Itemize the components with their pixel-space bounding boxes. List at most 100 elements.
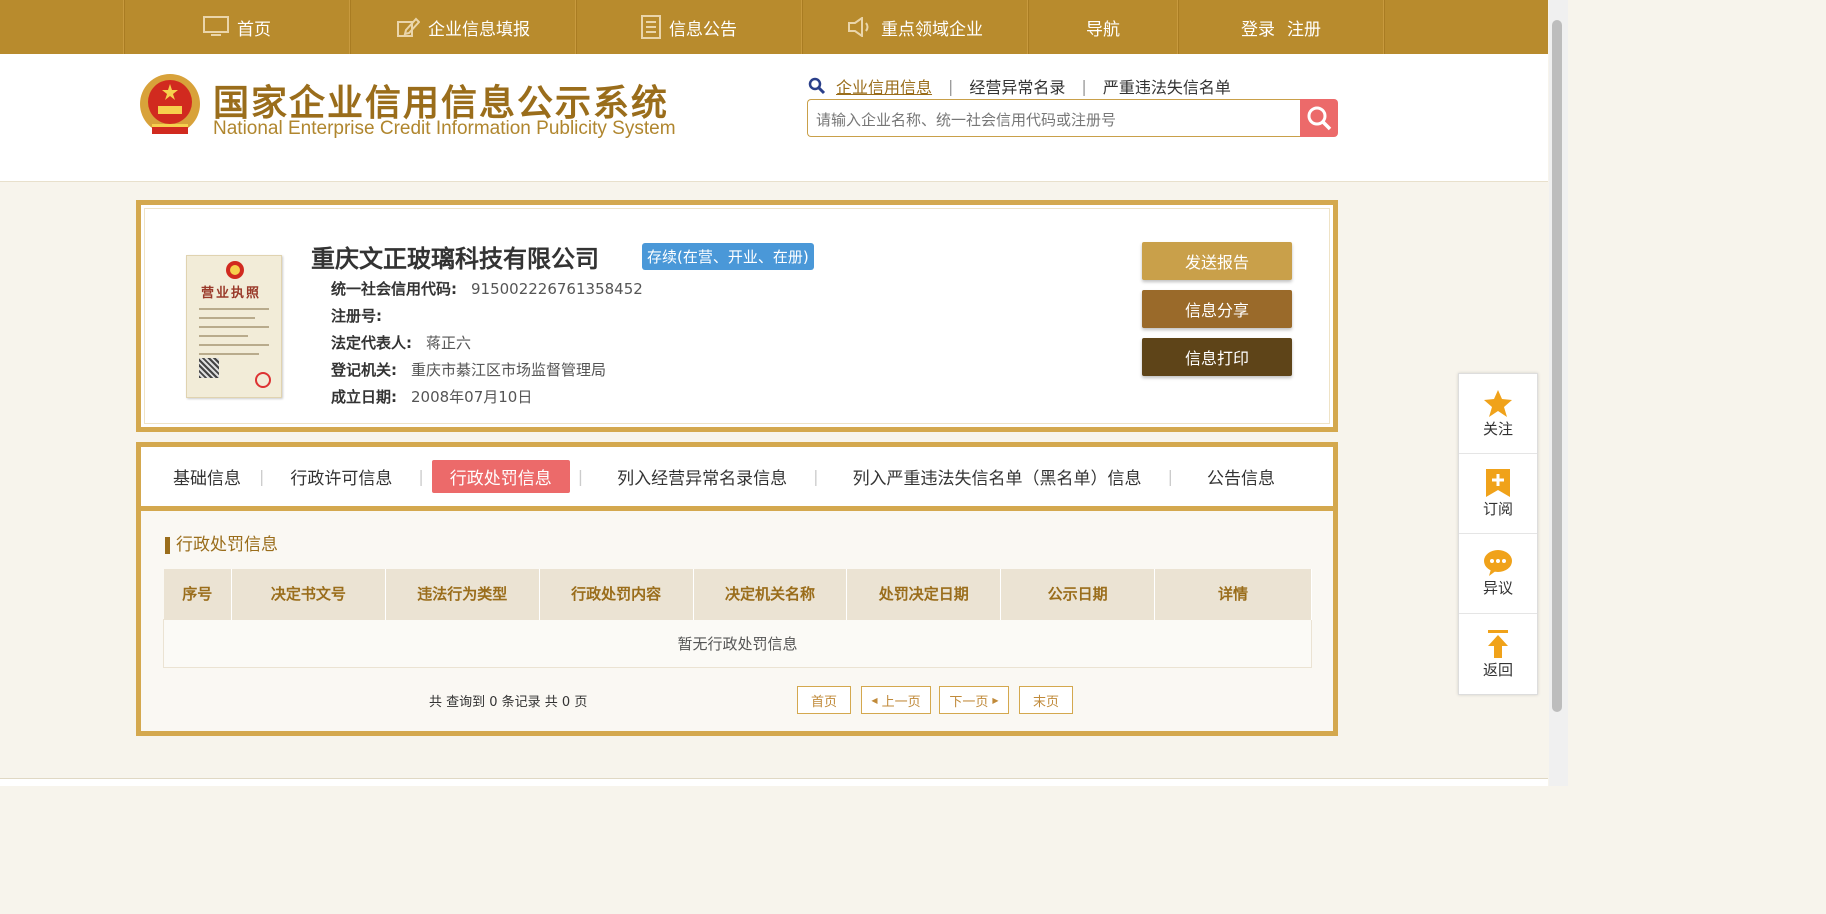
- float-label: 返回: [1482, 660, 1513, 679]
- prev-page-button[interactable]: ◀ 上一页: [861, 686, 931, 714]
- column-header: 决定机关名称: [693, 569, 848, 619]
- tab-admin-penalty[interactable]: 行政处罚信息: [431, 460, 570, 493]
- send-report-button[interactable]: 发送报告: [1142, 242, 1292, 280]
- tab-abnormal-list[interactable]: 列入经营异常名录信息: [599, 460, 805, 493]
- nav-item-navigation[interactable]: 导航: [1028, 0, 1178, 54]
- license-text-lines: [199, 308, 269, 362]
- chat-bubble-icon: [1484, 550, 1512, 576]
- follow-button[interactable]: 关注: [1459, 374, 1537, 454]
- divider: |: [259, 467, 265, 486]
- table-header-row: 序号 决定书文号 违法行为类型 行政处罚内容 决定机关名称 处罚决定日期 公示日…: [163, 569, 1312, 619]
- detail-panel: 基础信息 | 行政许可信息 | 行政处罚信息 | 列入经营异常名录信息 | 列入…: [136, 442, 1338, 736]
- tab-basic-info[interactable]: 基础信息: [155, 460, 259, 493]
- field-reg-no: 注册号:: [331, 305, 396, 326]
- scrollbar-thumb[interactable]: [1552, 20, 1562, 712]
- license-title: 营业执照: [201, 286, 262, 301]
- nav-item-key-enterprises[interactable]: 重点领域企业: [802, 0, 1028, 54]
- divider: |: [577, 467, 584, 486]
- search-type-tabs: 企业信用信息 | 经营异常名录 | 严重违法失信名单: [808, 74, 1231, 98]
- divider: |: [1167, 467, 1173, 486]
- search-icon: [808, 77, 826, 95]
- nav-spacer-left: [0, 0, 124, 54]
- nav-item-home[interactable]: 首页: [124, 0, 350, 54]
- back-to-top-button[interactable]: 返回: [1459, 614, 1537, 694]
- field-authority: 登记机关: 重庆市綦江区市场监督管理局: [331, 359, 606, 380]
- field-value: 蒋正六: [426, 334, 472, 352]
- last-page-button[interactable]: 末页: [1019, 686, 1073, 714]
- float-label: 异议: [1482, 579, 1513, 597]
- chevron-left-icon: ◀: [871, 695, 878, 705]
- license-qr-code: [199, 358, 219, 378]
- penalty-section: 行政处罚信息 序号 决定书文号 违法行为类型 行政处罚内容 决定机关名称 处罚决…: [141, 511, 1333, 731]
- status-badge: 存续(在营、开业、在册): [642, 243, 814, 270]
- print-info-button[interactable]: 信息打印: [1142, 338, 1292, 376]
- national-emblem-icon: [140, 74, 200, 134]
- nav-item-enterprise-report[interactable]: 企业信息填报: [350, 0, 576, 54]
- edit-icon: [397, 17, 420, 37]
- field-value: 915002226761358452: [471, 280, 643, 298]
- nav-item-label: 导航: [1086, 19, 1120, 40]
- nav-item-label: 重点领域企业: [881, 19, 983, 40]
- detail-tabs: 基础信息 | 行政许可信息 | 行政处罚信息 | 列入经营异常名录信息 | 列入…: [141, 447, 1333, 511]
- nav-item-announcements[interactable]: 信息公告: [576, 0, 802, 54]
- top-nav: 首页 企业信息填报 信息公告 重点领域企业 导航 登录 注册: [0, 0, 1548, 54]
- star-icon: [1484, 390, 1512, 417]
- prev-page-label: 上一页: [881, 694, 921, 710]
- field-value: 2008年07月10日: [411, 388, 533, 406]
- chevron-right-icon: ▶: [992, 695, 999, 705]
- site-header: 国家企业信用信息公示系统 National Enterprise Credit …: [0, 54, 1548, 182]
- login-link[interactable]: 登录: [1241, 15, 1275, 40]
- table-row: 暂无行政处罚信息: [163, 618, 1312, 668]
- section-title: 行政处罚信息: [165, 537, 278, 554]
- column-header: 行政处罚内容: [539, 569, 694, 619]
- business-license-thumbnail[interactable]: 营业执照: [186, 255, 282, 398]
- speaker-icon: [848, 17, 869, 37]
- float-label: 订阅: [1482, 500, 1513, 518]
- column-header: 决定书文号: [231, 569, 386, 619]
- divider: |: [948, 76, 954, 96]
- divider: |: [418, 467, 424, 486]
- nav-item-label: 信息公告: [669, 19, 737, 40]
- nav-item-label: 企业信息填报: [428, 19, 530, 40]
- penalty-table: 序号 决定书文号 违法行为类型 行政处罚内容 决定机关名称 处罚决定日期 公示日…: [163, 569, 1312, 668]
- column-header: 序号: [163, 569, 232, 619]
- field-label: 成立日期:: [331, 388, 397, 406]
- search-tab-blacklist[interactable]: 严重违法失信名单: [1103, 74, 1231, 98]
- next-page-button[interactable]: 下一页 ▶: [939, 686, 1009, 714]
- field-label: 法定代表人:: [331, 334, 412, 352]
- company-info-card: 营业执照 重庆文正玻璃科技有限公司 存续(在营、开业、在册) 统一社会信用代码:…: [136, 200, 1338, 432]
- objection-button[interactable]: 异议: [1459, 534, 1537, 614]
- search-tab-abnormal[interactable]: 经营异常名录: [969, 74, 1065, 98]
- empty-message: 暂无行政处罚信息: [163, 618, 1312, 668]
- nav-login-register: 登录 注册: [1178, 0, 1384, 54]
- nav-item-label: 首页: [237, 19, 271, 40]
- column-header: 违法行为类型: [385, 569, 540, 619]
- tab-announcements[interactable]: 公告信息: [1189, 460, 1293, 493]
- monitor-icon: [203, 16, 229, 36]
- field-credit-code: 统一社会信用代码: 915002226761358452: [331, 278, 643, 299]
- subscribe-button[interactable]: 订阅: [1459, 454, 1537, 534]
- company-name: 重庆文正玻璃科技有限公司: [311, 245, 599, 273]
- first-page-button[interactable]: 首页: [797, 686, 851, 714]
- search-input[interactable]: 请输入企业名称、统一社会信用代码或注册号: [807, 99, 1301, 137]
- search-button[interactable]: [1300, 99, 1338, 137]
- next-page-label: 下一页: [949, 694, 989, 710]
- field-label: 注册号:: [331, 307, 382, 325]
- float-label: 关注: [1482, 420, 1513, 438]
- tab-admin-license[interactable]: 行政许可信息: [272, 460, 410, 493]
- tab-blacklist[interactable]: 列入严重违法失信名单（黑名单）信息: [835, 460, 1160, 493]
- site-title-en: National Enterprise Credit Information P…: [213, 118, 676, 139]
- field-label: 统一社会信用代码:: [331, 280, 457, 298]
- column-header: 详情: [1154, 569, 1312, 619]
- search-icon: [1307, 106, 1332, 131]
- share-info-button[interactable]: 信息分享: [1142, 290, 1292, 328]
- field-value: 重庆市綦江区市场监督管理局: [411, 361, 607, 379]
- license-seal: [255, 372, 271, 388]
- column-header: 处罚决定日期: [846, 569, 1002, 619]
- divider: |: [813, 467, 819, 486]
- search-tab-credit[interactable]: 企业信用信息: [836, 74, 932, 98]
- field-founded: 成立日期: 2008年07月10日: [331, 386, 532, 407]
- register-link[interactable]: 注册: [1287, 15, 1321, 40]
- footer-strip: [0, 778, 1548, 786]
- divider: |: [1081, 76, 1087, 96]
